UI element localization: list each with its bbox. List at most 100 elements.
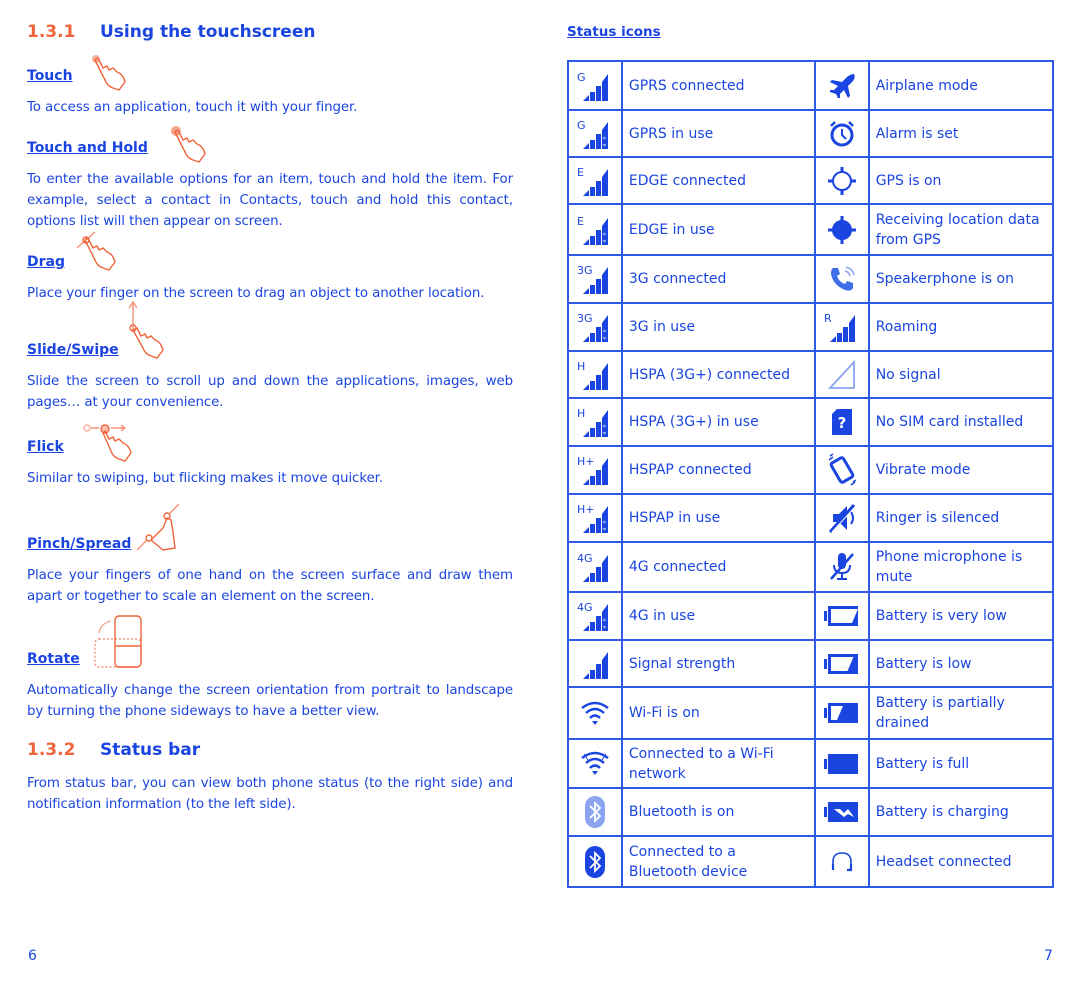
status-icon-cell: [813, 686, 870, 740]
svg-text:R: R: [824, 312, 832, 325]
gesture-description-touch: To access an application, touch it with …: [27, 100, 358, 115]
airplane-icon: [816, 72, 868, 100]
status-icon-row: Signal strength Battery is low: [567, 639, 1055, 688]
status-icon-cell: [813, 738, 870, 789]
status-icon-cell: H+: [567, 493, 623, 543]
status-icon-label: Receiving location data from GPS: [867, 203, 1055, 256]
status-icon-label: 3G connected: [620, 254, 816, 304]
status-icon-label: Battery is very low: [867, 591, 1055, 641]
status-icon-cell: [813, 591, 870, 641]
svg-text:H: H: [577, 407, 585, 420]
roaming-icon: R: [816, 311, 868, 343]
status-icon-row: H+ HSPAP in use Ringer is silenced: [567, 493, 1055, 543]
status-icon-label: HSPAP in use: [620, 493, 816, 543]
gps-receiving-icon: [816, 215, 868, 245]
status-icon-cell: [813, 109, 870, 158]
status-icon-cell: 4G: [567, 591, 623, 641]
status-icon-label: Alarm is set: [867, 109, 1055, 158]
hand-swipe-icon: [123, 300, 167, 364]
status-icon-label: EDGE connected: [620, 156, 816, 205]
status-icon-row: Bluetooth is on Battery is charging: [567, 787, 1055, 837]
status-icon-row: G GPRS in use Alarm is set: [567, 109, 1055, 158]
status-icon-label: GPRS connected: [620, 60, 816, 111]
status-icon-label: Connected to a Wi-Fi network: [620, 738, 816, 789]
status-icon-row: E EDGE connected GPS is on: [567, 156, 1055, 205]
status-icon-label: Airplane mode: [867, 60, 1055, 111]
status-icon-cell: [567, 686, 623, 740]
status-icon-row: G GPRS connected Airplane mode: [567, 60, 1055, 111]
status-icon-label: Roaming: [867, 302, 1055, 352]
ringer-silenced-icon: [816, 502, 868, 534]
signal-h-icon: H: [569, 359, 621, 391]
status-icon-label: GPS is on: [867, 156, 1055, 205]
gesture-title-drag: Drag: [27, 254, 65, 270]
no-signal-icon: [816, 359, 868, 390]
status-icons-heading: Status icons: [567, 24, 661, 40]
gesture-description-slide: Slide the screen to scroll up and down t…: [27, 374, 513, 410]
gps-icon: [816, 166, 868, 196]
status-icon-row: 3G 3G connected Speakerphone is on: [567, 254, 1055, 304]
status-icon-row: E EDGE in use Receiving location data from…: [567, 203, 1055, 256]
status-icon-label: Signal strength: [620, 639, 816, 688]
svg-text:3G: 3G: [577, 312, 593, 325]
signal-g-icon: G: [569, 70, 621, 102]
status-icon-row: Connected to a Wi-Fi network Battery is f…: [567, 738, 1055, 789]
signal-hplus-inuse-icon: H+: [569, 502, 621, 534]
wifi-on-icon: [569, 700, 621, 726]
svg-text:H: H: [577, 360, 585, 373]
status-icon-label: 3G in use: [620, 302, 816, 352]
status-icon-cell: ?: [813, 397, 870, 447]
hand-flick-icon: [81, 423, 141, 471]
gesture-title-touch: Touch: [27, 68, 73, 84]
status-icon-cell: [567, 738, 623, 789]
gesture-description-drag: Place your finger on the screen to drag …: [27, 286, 485, 301]
headset-icon: [816, 850, 868, 874]
gesture-description-flick: Similar to swiping, but flicking makes i…: [27, 471, 383, 486]
page-number-right: 7: [1044, 948, 1053, 964]
status-icon-label: Connected to a Bluetooth device: [620, 835, 816, 888]
section-number: 1.3.1: [27, 22, 76, 42]
signal-3g-inuse-icon: 3G: [569, 311, 621, 343]
status-icon-cell: E: [567, 203, 623, 256]
battery-partial-icon: [816, 701, 868, 725]
status-icon-label: HSPAP connected: [620, 445, 816, 495]
speakerphone-icon: [816, 265, 868, 293]
status-icon-row: 4G 4G connected Phone microphone is mute: [567, 541, 1055, 593]
status-icon-label: Battery is partially drained: [867, 686, 1055, 740]
gesture-description-rotate: Automatically change the screen orientat…: [27, 683, 513, 719]
status-icon-cell: [813, 639, 870, 688]
status-icon-cell: H: [567, 350, 623, 399]
status-icon-label: Ringer is silenced: [867, 493, 1055, 543]
gesture-description-pinch: Place your fingers of one hand on the sc…: [27, 568, 513, 604]
svg-text:?: ?: [837, 414, 846, 432]
no-sim-icon: ?: [816, 408, 868, 436]
vibrate-icon: [816, 453, 868, 487]
hand-drag-icon: [75, 231, 119, 276]
status-icon-label: Headset connected: [867, 835, 1055, 888]
status-icon-cell: R: [813, 302, 870, 352]
signal-strength-icon: [569, 648, 621, 680]
svg-text:G: G: [577, 119, 586, 132]
status-icon-cell: 3G: [567, 302, 623, 352]
status-icon-label: GPRS in use: [620, 109, 816, 158]
signal-e-inuse-icon: E: [569, 214, 621, 246]
section-title: Status bar: [100, 740, 201, 760]
mic-mute-icon: [816, 551, 868, 583]
signal-g-inuse-icon: G: [569, 118, 621, 150]
status-icon-row: H HSPA (3G+) in use? No SIM card installed: [567, 397, 1055, 447]
battery-charging-icon: [816, 800, 868, 824]
gesture-title-pinch: Pinch/Spread: [27, 536, 132, 552]
status-icon-cell: [813, 156, 870, 205]
status-icon-label: 4G connected: [620, 541, 816, 593]
gesture-title-flick: Flick: [27, 439, 64, 455]
status-icon-cell: [567, 639, 623, 688]
battery-full-icon: [816, 752, 868, 776]
signal-4g-icon: 4G: [569, 551, 621, 583]
status-icon-label: Wi-Fi is on: [620, 686, 816, 740]
status-bar-description: From status bar, you can view both phone…: [27, 776, 513, 812]
section-heading-status-bar: 1.3.2 Status bar: [27, 740, 200, 770]
status-icon-cell: [567, 787, 623, 837]
svg-text:H+: H+: [577, 503, 595, 516]
svg-text:4G: 4G: [577, 601, 593, 614]
alarm-clock-icon: [816, 120, 868, 148]
